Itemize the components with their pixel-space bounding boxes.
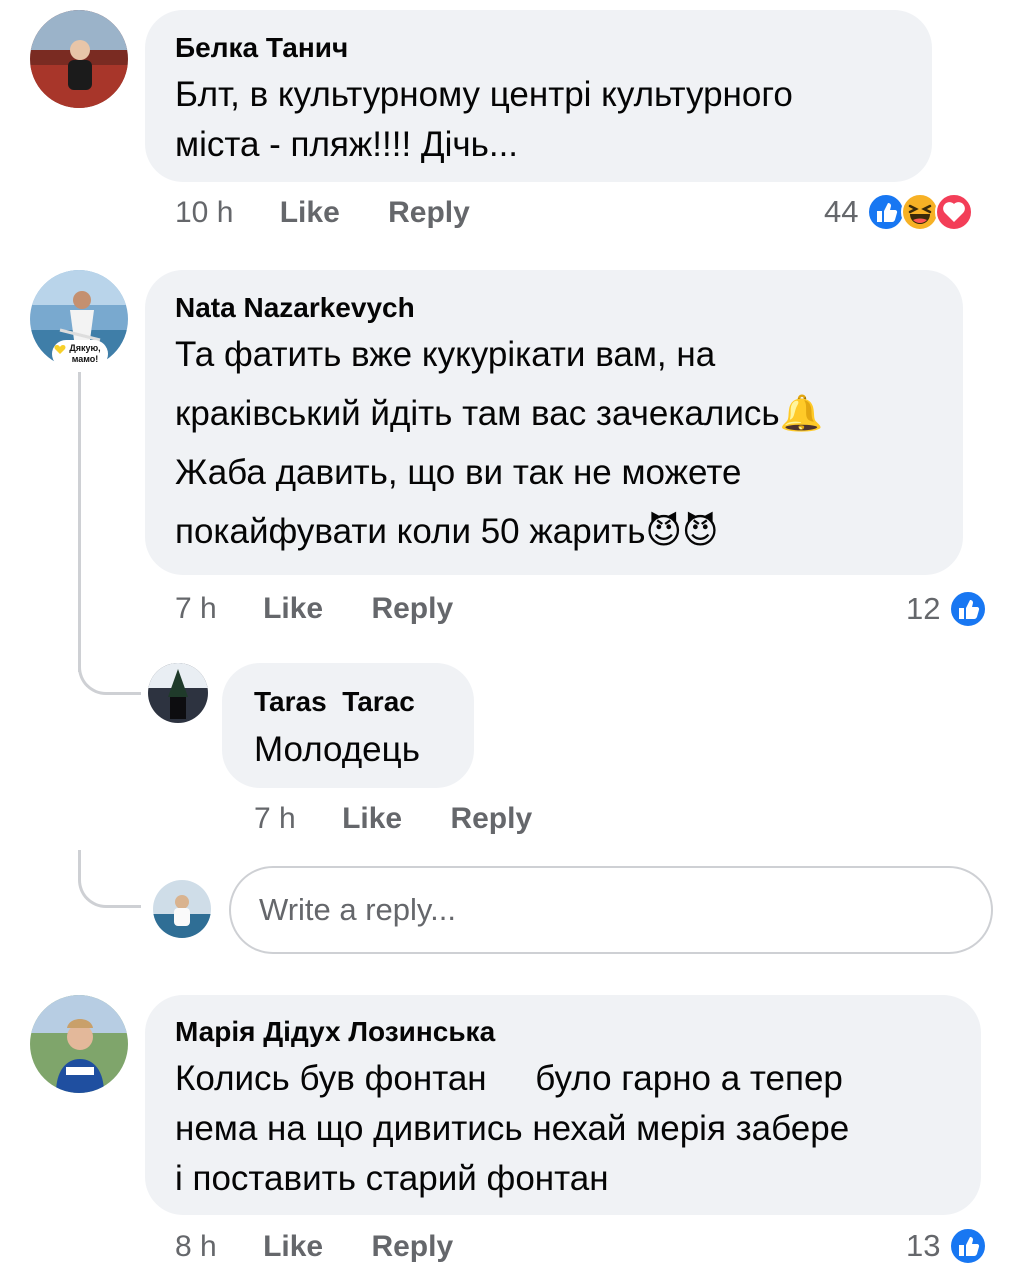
comment-text: Блт, в культурному центрі культурного мі… — [175, 75, 793, 164]
like-icon — [949, 590, 988, 628]
comment-author[interactable]: Белка Танич — [175, 32, 348, 64]
comment-author[interactable]: Марія Дідух Лозинська — [175, 1016, 495, 1048]
thread-branch — [78, 850, 141, 908]
comment-meta: 10 h Like Reply — [175, 196, 470, 230]
comment-meta: 8 h Like Reply — [175, 1230, 453, 1264]
reply-input-placeholder: Write a reply... — [259, 892, 456, 927]
reaction-count: 12 — [906, 591, 941, 626]
reply-button[interactable]: Reply — [388, 196, 470, 229]
comment-time[interactable]: 10 h — [175, 196, 233, 229]
reply-button[interactable]: Reply — [371, 592, 453, 625]
like-button[interactable]: Like — [280, 196, 340, 229]
reply-author[interactable]: Taras Tarac — [254, 686, 415, 718]
reply-button[interactable]: Reply — [450, 802, 532, 835]
thread-branch — [78, 640, 141, 695]
reactions-summary[interactable]: 12 — [906, 589, 988, 629]
comment-author[interactable]: Nata Nazarkevych — [175, 292, 415, 324]
avatar[interactable] — [30, 10, 128, 108]
comment-text: Колись був фонтан було гарно а тепер нем… — [175, 1059, 850, 1198]
avatar[interactable] — [30, 995, 128, 1093]
current-user-avatar — [153, 880, 211, 938]
reply-button[interactable]: Reply — [371, 1230, 453, 1263]
like-button[interactable]: Like — [263, 592, 323, 625]
avatar[interactable] — [148, 663, 208, 723]
comment-time[interactable]: 7 h — [175, 592, 217, 625]
reply-meta: 7 h Like Reply — [254, 802, 532, 836]
reactions-summary[interactable]: 13 — [906, 1226, 988, 1266]
reaction-count: 13 — [906, 1228, 941, 1263]
comment-text: Та фатить вже кукурікати вам, на краківс… — [175, 335, 824, 551]
reply-time[interactable]: 7 h — [254, 802, 296, 835]
reactions-summary[interactable]: 44 — [824, 192, 974, 232]
love-icon — [935, 193, 974, 231]
like-button[interactable]: Like — [263, 1230, 323, 1263]
avatar-badge: Дякую, мамо! — [52, 340, 108, 368]
reply-input[interactable]: Write a reply... — [229, 866, 993, 954]
like-icon — [949, 1227, 988, 1265]
reply-text: Молодець — [254, 730, 420, 769]
comment-meta: 7 h Like Reply — [175, 592, 453, 626]
reaction-count: 44 — [824, 194, 859, 229]
comment-time[interactable]: 8 h — [175, 1230, 217, 1263]
like-button[interactable]: Like — [342, 802, 402, 835]
thread-line — [78, 372, 81, 672]
